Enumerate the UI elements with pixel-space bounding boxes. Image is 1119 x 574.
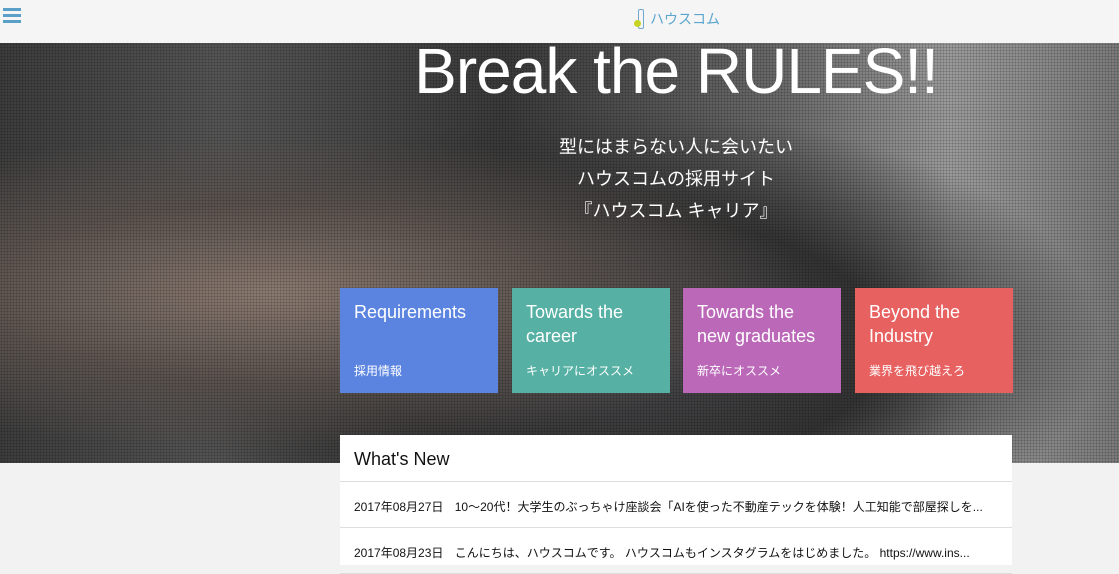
news-date: 2017年08月23日	[354, 546, 444, 560]
card-subtitle: 採用情報	[354, 364, 403, 378]
subtitle-line: 型にはまらない人に会いたい	[559, 137, 793, 157]
whats-new-panel: What's New 2017年08月27日 10～20代！大学生のぶっちゃけ座…	[340, 435, 1012, 574]
whats-new-heading: What's New	[340, 435, 1012, 482]
card-title: Towards the career	[526, 302, 624, 346]
card-career[interactable]: Towards the career キャリアにオススメ	[512, 288, 670, 393]
subtitle-line: 『ハウスコム キャリア』	[574, 201, 778, 221]
header: ハウスコム	[0, 0, 1119, 43]
logo-text: ハウスコム	[650, 11, 720, 27]
news-text: こんにちは、ハウスコムです。 ハウスコムもインスタグラムをはじめました。 htt…	[454, 546, 970, 560]
news-item[interactable]: 2017年08月23日 こんにちは、ハウスコムです。 ハウスコムもインスタグラム…	[340, 528, 1012, 574]
news-text: 10～20代！大学生のぶっちゃけ座談会「AIを使った不動産テックを体験！人工知能…	[454, 500, 983, 514]
news-date: 2017年08月27日	[354, 500, 444, 514]
hero-title: Break the RULES!!	[414, 35, 939, 107]
card-subtitle: キャリアにオススメ	[526, 364, 635, 378]
subtitle-line: ハウスコムの採用サイト	[577, 169, 775, 189]
logo[interactable]: ハウスコム	[634, 8, 720, 30]
card-subtitle: 業界を飛び越えろ	[869, 364, 966, 378]
hero-subtitle: 型にはまらない人に会いたい ハウスコムの採用サイト 『ハウスコム キャリア』	[500, 131, 852, 227]
card-title: Requirements	[354, 302, 467, 322]
card-subtitle: 新卒にオススメ	[697, 364, 782, 378]
card-title: Towards the new graduates	[697, 302, 816, 346]
logo-icon	[634, 8, 648, 30]
card-title: Beyond the Industry	[869, 302, 961, 346]
news-item[interactable]: 2017年08月27日 10～20代！大学生のぶっちゃけ座談会「AIを使った不動…	[340, 482, 1012, 528]
card-new-graduates[interactable]: Towards the new graduates 新卒にオススメ	[683, 288, 841, 393]
hamburger-menu-icon[interactable]	[3, 8, 21, 24]
card-requirements[interactable]: Requirements 採用情報	[340, 288, 498, 393]
card-beyond-industry[interactable]: Beyond the Industry 業界を飛び越えろ	[855, 288, 1013, 393]
